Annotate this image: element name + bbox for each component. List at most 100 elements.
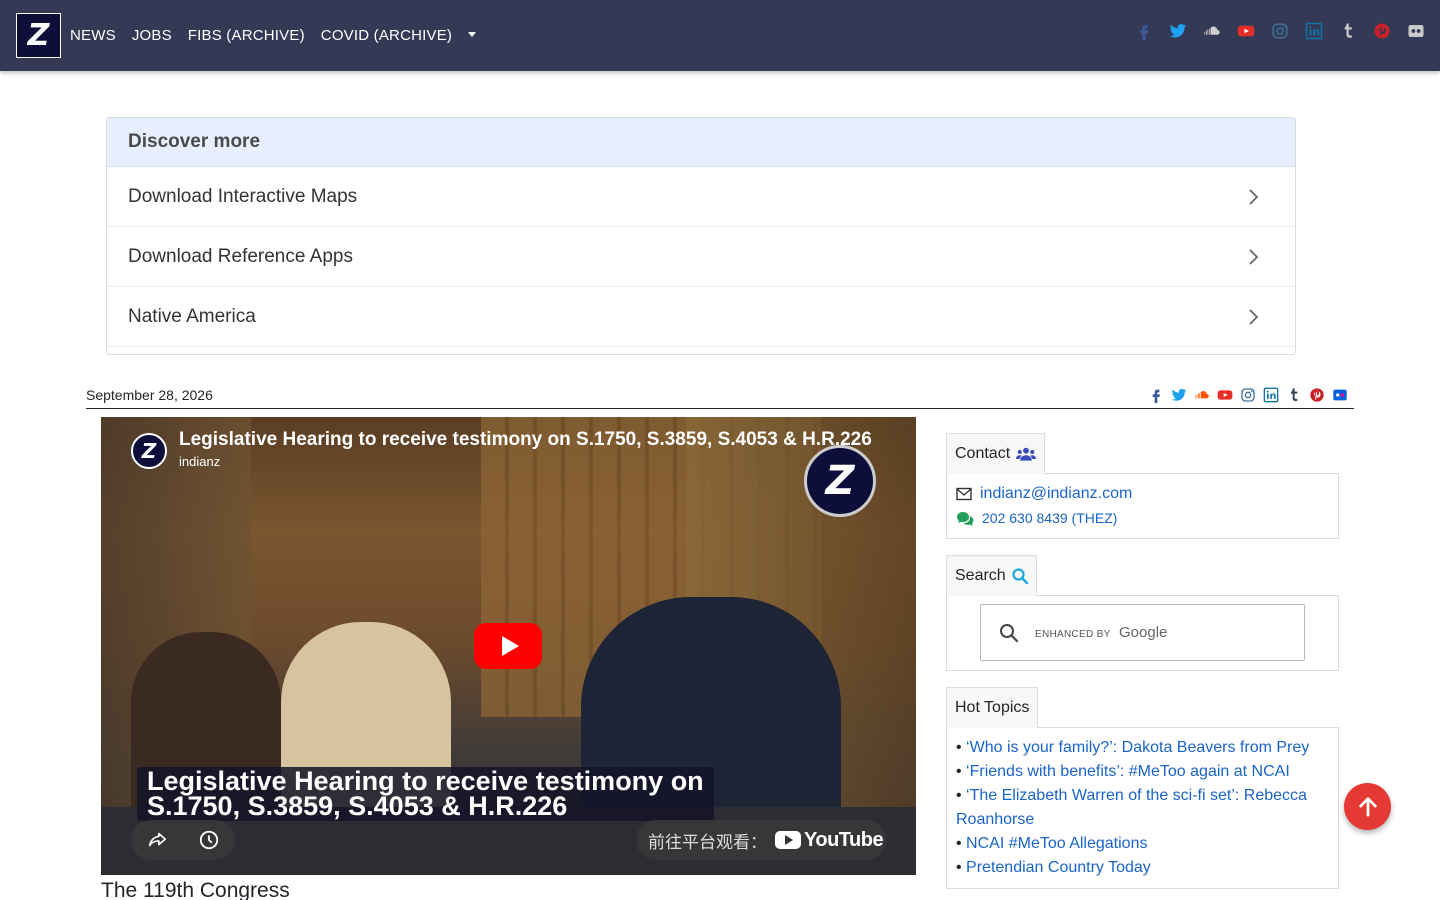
list-item: • ‘Who is your family?’: Dakota Beavers … <box>956 739 1310 756</box>
flickr-icon[interactable] <box>1406 21 1426 41</box>
video-controls <box>131 820 235 860</box>
envelope-icon <box>956 487 972 501</box>
facebook-icon[interactable] <box>1147 386 1164 403</box>
contact-phone-row: 202 630 8439 (THEZ) <box>956 506 1329 530</box>
search-card: Search ENHANCED BY Google <box>946 555 1339 671</box>
facebook-icon[interactable] <box>1134 21 1154 41</box>
instagram-icon[interactable] <box>1239 386 1256 403</box>
soundcloud-icon[interactable] <box>1193 386 1210 403</box>
hot-topic-link[interactable]: Pretendian Country Today <box>966 859 1151 876</box>
linkedin-icon[interactable] <box>1262 386 1279 403</box>
section-title: The 119th Congress <box>101 879 290 900</box>
discover-heading: Discover more <box>128 131 261 152</box>
search-card-title: Search <box>946 555 1037 596</box>
current-date: September 28, 2026 <box>86 387 213 403</box>
discover-item-maps[interactable]: Download Interactive Maps <box>107 167 1295 227</box>
discover-item-apps[interactable]: Download Reference Apps <box>107 227 1295 287</box>
twitter-icon[interactable] <box>1170 386 1187 403</box>
clock-icon[interactable] <box>198 829 220 851</box>
twitter-icon[interactable] <box>1168 21 1188 41</box>
video-channel-name[interactable]: indianz <box>179 454 220 469</box>
google-label: Google <box>1119 623 1168 641</box>
hot-topics-body: • ‘Who is your family?’: Dakota Beavers … <box>946 727 1339 889</box>
hot-topic-link[interactable]: ‘Friends with benefits’: #MeToo again at… <box>966 763 1290 780</box>
nav-link-news[interactable]: NEWS <box>62 27 124 44</box>
hot-topic-link[interactable]: ‘Who is your family?’: Dakota Beavers fr… <box>966 739 1309 756</box>
list-item: • ‘Friends with benefits’: #MeToo again … <box>956 763 1290 780</box>
hot-topics-title: Hot Topics <box>955 699 1030 716</box>
discover-item-label: Download Reference Apps <box>128 245 353 267</box>
hot-topic-link[interactable]: ‘The Elizabeth Warren of the sci-fi set’… <box>956 787 1307 828</box>
search-card-body: ENHANCED BY Google <box>946 595 1339 671</box>
search-placeholder: ENHANCED BY Google <box>1035 624 1167 642</box>
list-item: • Pretendian Country Today <box>956 859 1151 876</box>
arrow-up-icon <box>1358 796 1377 817</box>
nav-link-fibs[interactable]: FIBS (ARCHIVE) <box>180 27 313 44</box>
avatar-letter: Z <box>141 439 157 463</box>
hot-topic-link[interactable]: NCAI #MeToo Allegations <box>966 835 1147 852</box>
youtube-video-embed[interactable]: Z Legislative Hearing to receive testimo… <box>101 417 916 875</box>
discover-more-panel: Discover more Download Interactive Maps … <box>106 117 1296 355</box>
list-item: • ‘The Elizabeth Warren of the sci-fi se… <box>956 787 1307 828</box>
chevron-right-icon <box>1249 308 1259 325</box>
discover-header: Discover more <box>107 118 1295 167</box>
video-title[interactable]: Legislative Hearing to receive testimony… <box>179 429 879 451</box>
date-bar: September 28, 2026 <box>86 384 1354 409</box>
scroll-to-top-button[interactable] <box>1344 783 1391 830</box>
channel-logo-badge: Z <box>804 445 876 517</box>
contact-card-body: indianz@indianz.com 202 630 8439 (THEZ) <box>946 473 1339 539</box>
youtube-logo: YouTube <box>775 828 884 852</box>
discover-item-label: Native America <box>128 305 256 327</box>
contact-email-row: indianz@indianz.com <box>956 482 1329 506</box>
soundcloud-icon[interactable] <box>1202 21 1222 41</box>
channel-avatar[interactable]: Z <box>131 433 167 469</box>
contact-email-link[interactable]: indianz@indianz.com <box>980 485 1132 503</box>
comments-icon <box>957 511 974 526</box>
youtube-icon[interactable] <box>1236 21 1256 41</box>
social-links-top <box>1134 21 1426 41</box>
linkedin-icon[interactable] <box>1304 21 1324 41</box>
chevron-right-icon <box>1249 248 1259 265</box>
top-navbar: Z NEWS JOBS FIBS (ARCHIVE) COVID (ARCHIV… <box>0 0 1440 71</box>
social-links-inline <box>1147 386 1348 403</box>
tumblr-icon[interactable] <box>1285 386 1302 403</box>
video-caption: Legislative Hearing to receive testimony… <box>137 767 714 821</box>
enhanced-by-label: ENHANCED BY <box>1035 628 1111 640</box>
play-button[interactable] <box>474 623 542 669</box>
chevron-right-icon <box>1249 188 1259 205</box>
play-icon <box>501 636 519 656</box>
watch-on-youtube-button[interactable]: 前往平台观看： YouTube <box>636 820 886 860</box>
contact-card-title: Contact <box>946 433 1046 474</box>
youtube-logo-icon <box>775 831 801 849</box>
pinterest-icon[interactable] <box>1308 386 1325 403</box>
logo-letter: Z <box>27 17 50 53</box>
nav-links: NEWS JOBS FIBS (ARCHIVE) COVID (ARCHIVE) <box>62 0 477 71</box>
users-icon <box>1016 447 1037 461</box>
hot-topics-card-title: Hot Topics <box>946 687 1039 728</box>
pinterest-icon[interactable] <box>1372 21 1392 41</box>
hot-topics-card: Hot Topics • ‘Who is your family?’: Dako… <box>946 687 1339 889</box>
nav-link-covid[interactable]: COVID (ARCHIVE) <box>313 27 460 44</box>
contact-card: Contact indianz@indianz.com 202 630 8439… <box>946 433 1339 539</box>
watch-on-label: 前往平台观看： <box>648 832 767 852</box>
contact-title: Contact <box>955 445 1011 462</box>
google-search-input[interactable]: ENHANCED BY Google <box>980 604 1305 661</box>
contact-phone-link[interactable]: 202 630 8439 (THEZ) <box>982 510 1117 526</box>
caption-line: S.1750, S.3859, S.4053 & H.R.226 <box>147 791 568 821</box>
discover-item-label: Download Interactive Maps <box>128 185 358 207</box>
search-title: Search <box>955 567 1006 584</box>
search-icon <box>1012 568 1028 584</box>
youtube-icon[interactable] <box>1216 386 1233 403</box>
magnifier-icon <box>1000 623 1019 642</box>
tumblr-icon[interactable] <box>1338 21 1358 41</box>
instagram-icon[interactable] <box>1270 21 1290 41</box>
flickr-icon[interactable] <box>1331 386 1348 403</box>
share-icon[interactable] <box>146 829 168 851</box>
site-logo[interactable]: Z <box>16 13 61 58</box>
badge-letter: Z <box>825 458 855 504</box>
list-item: • NCAI #MeToo Allegations <box>956 835 1148 852</box>
discover-item-native-america[interactable]: Native America <box>107 287 1295 347</box>
nav-link-jobs[interactable]: JOBS <box>124 27 180 44</box>
more-dropdown-icon[interactable] <box>468 32 477 37</box>
youtube-wordmark: YouTube <box>804 828 884 851</box>
